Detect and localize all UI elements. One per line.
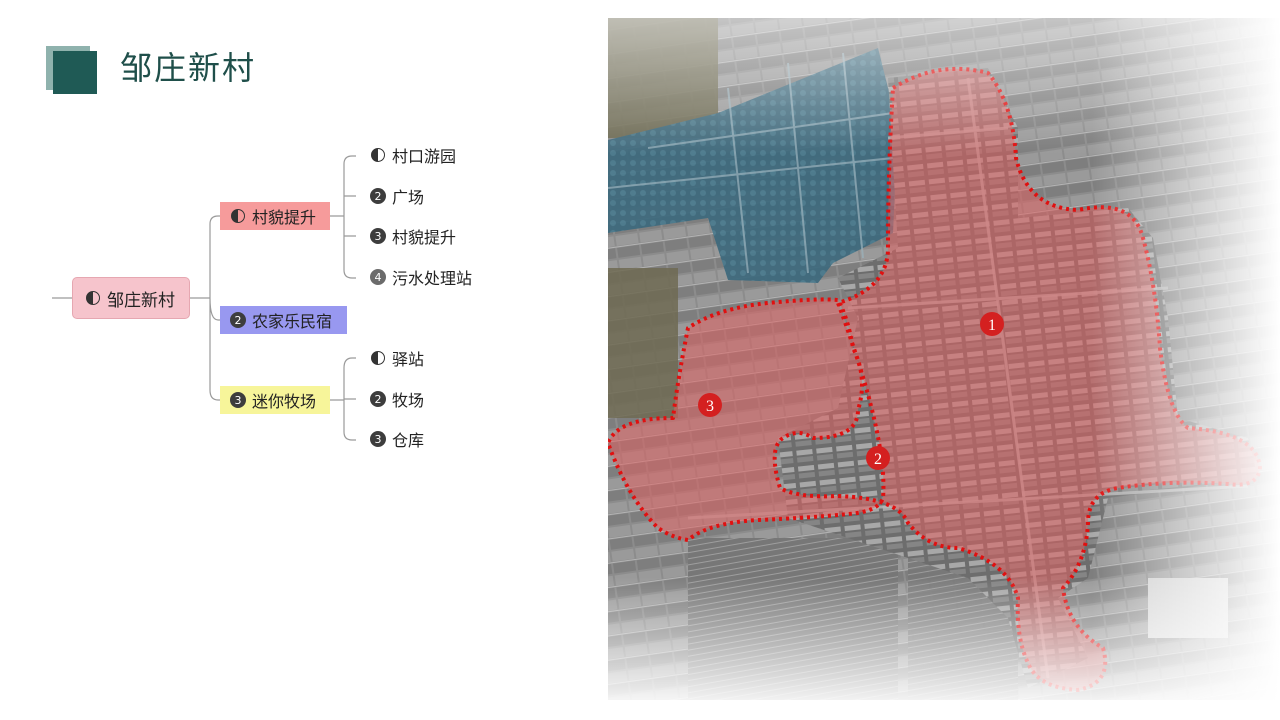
number-badge-icon: 2 [370, 188, 386, 204]
leaf-station[interactable]: 驿站 [370, 347, 424, 369]
marker-label: 1 [988, 317, 996, 334]
branch-mini-ranch[interactable]: 3 迷你牧场 [220, 386, 330, 414]
half-circle-icon [370, 350, 386, 366]
leaf-sewage-station[interactable]: 4 污水处理站 [370, 266, 472, 288]
half-circle-icon [230, 208, 246, 224]
leaf-village-entrance-park[interactable]: 村口游园 [370, 144, 456, 166]
branch-farmhouse-homestay[interactable]: 2 农家乐民宿 [220, 306, 347, 334]
leaf-label: 村口游园 [392, 147, 457, 166]
branch-label: 迷你牧场 [252, 392, 317, 411]
marker-label: 2 [874, 451, 882, 468]
map-marker-3[interactable]: 3 [698, 393, 722, 417]
leaf-warehouse[interactable]: 3 仓库 [370, 428, 424, 450]
leaf-label: 村貌提升 [392, 228, 457, 247]
map-marker-1[interactable]: 1 [980, 312, 1004, 336]
leaf-ranch[interactable]: 2 牧场 [370, 388, 424, 410]
leaf-village-upgrade[interactable]: 3 村貌提升 [370, 225, 456, 247]
aerial-map: 1 2 3 [608, 18, 1280, 700]
marker-label: 3 [706, 398, 714, 415]
root-label: 邹庄新村 [107, 290, 175, 311]
number-badge-icon: 4 [370, 269, 386, 285]
branch-village-appearance[interactable]: 村貌提升 [220, 202, 330, 230]
leaf-label: 仓库 [392, 431, 425, 450]
number-badge-icon: 2 [230, 312, 246, 328]
number-badge-icon: 3 [370, 228, 386, 244]
branch-label: 村貌提升 [252, 208, 317, 227]
map-fade-top [608, 18, 1280, 700]
mindmap-connectors [52, 155, 356, 441]
half-circle-icon [85, 290, 101, 306]
leaf-label: 污水处理站 [392, 269, 473, 288]
number-badge-icon: 2 [370, 391, 386, 407]
leaf-label: 牧场 [392, 391, 425, 410]
branch-label: 农家乐民宿 [252, 312, 333, 331]
aerial-map-svg: 1 2 3 [608, 18, 1280, 700]
mindmap-root[interactable]: 邹庄新村 [72, 277, 190, 319]
number-badge-icon: 3 [230, 392, 246, 408]
leaf-square[interactable]: 2 广场 [370, 185, 424, 207]
number-badge-icon: 3 [370, 431, 386, 447]
half-circle-icon [370, 147, 386, 163]
map-marker-2[interactable]: 2 [866, 446, 890, 470]
leaf-label: 广场 [392, 188, 425, 207]
leaf-label: 驿站 [392, 350, 425, 369]
